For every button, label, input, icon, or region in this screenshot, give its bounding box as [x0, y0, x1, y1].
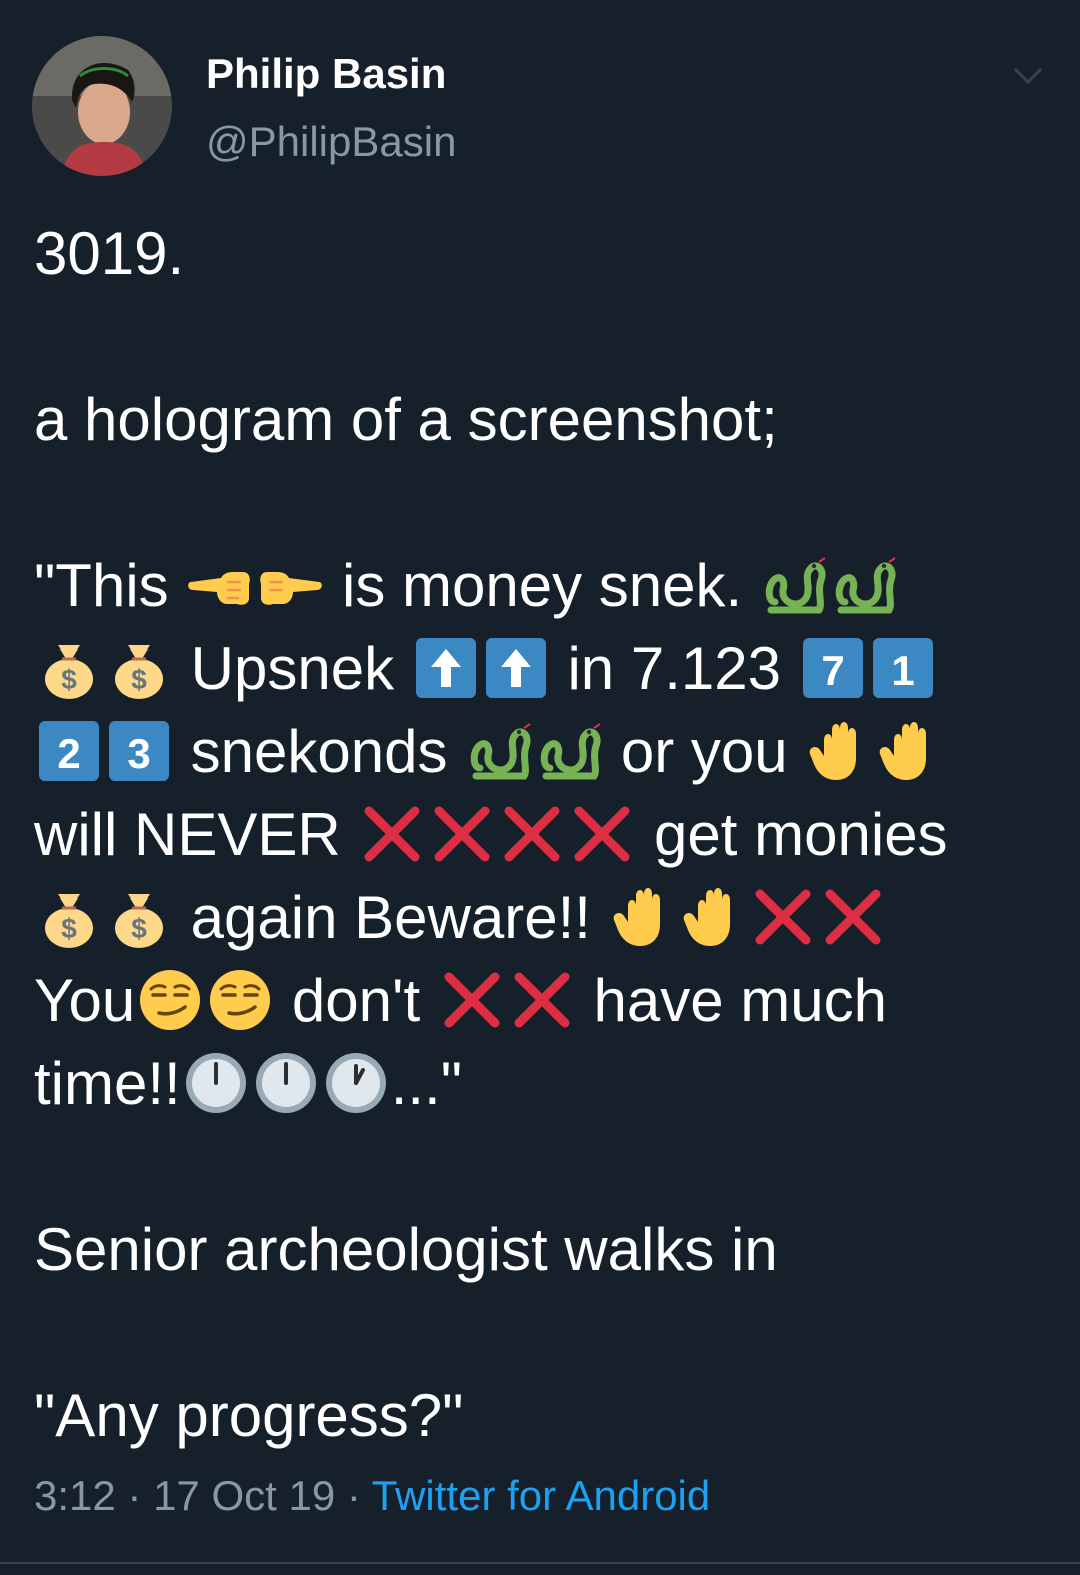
svg-text:1: 1	[891, 647, 914, 694]
tweet-source-link[interactable]: Twitter for Android	[372, 1472, 710, 1519]
cross-mark-icon	[569, 801, 635, 867]
raised-hand-icon	[680, 884, 746, 950]
cross-mark-icon	[820, 884, 886, 950]
quote-text: Upsnek	[174, 635, 411, 702]
snake-icon	[831, 552, 897, 618]
tweet-date[interactable]: 17 Oct 19	[153, 1472, 335, 1519]
clock-one-icon	[323, 1050, 389, 1116]
quote-line-5: again Beware!!	[34, 876, 1044, 959]
tweet-header: Philip Basin @PhilipBasin	[32, 36, 1048, 176]
tweet-line: 3019.	[34, 212, 1044, 295]
raised-hand-icon	[806, 718, 872, 784]
snake-icon	[466, 718, 532, 784]
quote-text: ..."	[390, 1050, 463, 1117]
tweet-hologram-text: a hologram of a screenshot;	[34, 386, 778, 453]
clock-twelve-icon	[183, 1050, 249, 1116]
tweet-time: 3:12	[34, 1472, 116, 1519]
quote-text: don't	[275, 967, 437, 1034]
snake-icon	[761, 552, 827, 618]
tweet-progress-text: "Any progress?"	[34, 1382, 464, 1449]
money-bag-icon	[106, 635, 172, 701]
author-name[interactable]: Philip Basin	[206, 50, 446, 98]
tweet-senior-text: Senior archeologist walks in	[34, 1216, 778, 1283]
quote-text: have much	[576, 967, 887, 1034]
quote-line-7: time!! ..."	[34, 1042, 1044, 1125]
svg-text:3: 3	[127, 730, 150, 777]
meta-separator: ·	[335, 1472, 372, 1519]
svg-text:7: 7	[821, 647, 844, 694]
quote-text: snekonds	[174, 718, 465, 785]
smirking-face-icon	[137, 967, 203, 1033]
avatar[interactable]	[32, 36, 172, 176]
chevron-down-icon[interactable]	[1008, 56, 1048, 96]
tweet-line: "Any progress?"	[34, 1374, 1044, 1457]
backhand-pointing-left-icon	[187, 552, 253, 618]
cross-mark-icon	[509, 967, 575, 1033]
pointing-right-icon	[257, 552, 324, 618]
author-handle[interactable]: @PhilipBasin	[206, 118, 456, 166]
cross-mark-icon	[499, 801, 565, 867]
snake-icon	[536, 718, 602, 784]
cross-mark-icon	[359, 801, 425, 867]
clock-twelve-icon	[253, 1050, 319, 1116]
quote-line-4: will NEVER get monies	[34, 793, 1044, 876]
tweet-line: Senior archeologist walks in	[34, 1208, 1044, 1291]
quote-line-2: Upsnek in 7.123 71	[34, 627, 1044, 710]
quote-text: is money snek.	[325, 552, 759, 619]
svg-text:2: 2	[57, 730, 80, 777]
keycap-2-icon: 2	[36, 718, 102, 784]
quote-text: again Beware!!	[174, 884, 608, 951]
cross-mark-icon	[750, 884, 816, 950]
cross-mark-icon	[439, 967, 505, 1033]
keycap-3-icon: 3	[106, 718, 172, 784]
quote-text: in 7.123	[550, 635, 798, 702]
quote-text: get monies	[637, 801, 948, 868]
money-bag-icon	[36, 884, 102, 950]
money-bag-icon	[106, 884, 172, 950]
quote-text: or you	[604, 718, 805, 785]
keycap-7-icon: 7	[800, 635, 866, 701]
quote-line-3: 23 snekonds or you	[34, 710, 1044, 793]
meta-separator: ·	[115, 1472, 154, 1519]
quote-line-1: "This is money snek.	[34, 544, 1044, 627]
quote-text: "This	[34, 552, 186, 619]
quote-text: will NEVER	[34, 801, 358, 868]
tweet-text: 3019. a hologram of a screenshot; "This …	[34, 212, 1044, 1457]
quote-text: You	[34, 967, 136, 1034]
up-arrow-button-icon	[483, 635, 549, 701]
quote-text: time!!	[34, 1050, 181, 1117]
raised-hand-icon	[876, 718, 942, 784]
smirking-face-icon	[207, 967, 273, 1033]
raised-hand-icon	[610, 884, 676, 950]
keycap-1-icon: 1	[870, 635, 936, 701]
tweet-line: a hologram of a screenshot;	[34, 378, 1044, 461]
cross-mark-icon	[429, 801, 495, 867]
divider	[0, 1562, 1080, 1564]
money-bag-icon	[36, 635, 102, 701]
tweet-meta: 3:12 · 17 Oct 19 · Twitter for Android	[34, 1472, 710, 1520]
tweet-year-text: 3019.	[34, 220, 185, 287]
up-arrow-button-icon	[413, 635, 479, 701]
profile-photo-icon	[32, 36, 172, 176]
quote-line-6: You don't have much	[34, 959, 1044, 1042]
